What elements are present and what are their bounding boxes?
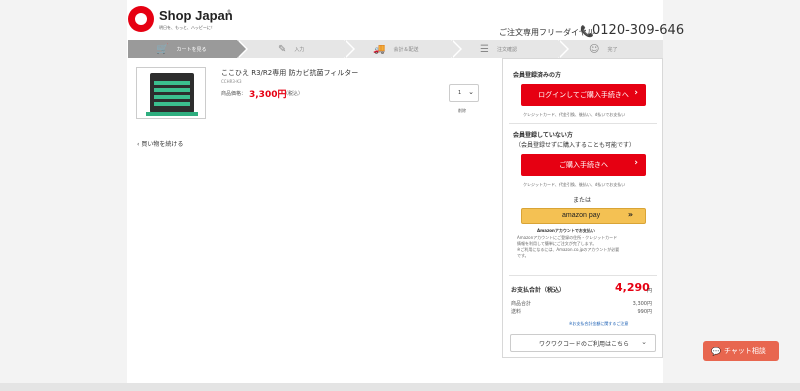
logo-registered: ® [227, 9, 231, 14]
continue-shopping-label: 買い物を続ける [141, 141, 184, 148]
product-name[interactable]: ここひえ R3/R2専用 防カビ抗菌フィルター [221, 68, 358, 78]
guest-title: 会員登録していない方 [513, 132, 573, 139]
smile-icon: ☺ [589, 43, 600, 55]
chevron-down-icon: ⌄ [641, 338, 647, 346]
product-image-stripe [154, 102, 190, 106]
logo-mark-icon [128, 6, 154, 32]
product-image-stripe [154, 88, 190, 92]
quantity-value: 1 [458, 90, 462, 96]
step-label: 入力 [294, 46, 305, 53]
amazon-title: Amazonアカウントでお支払い [537, 228, 595, 233]
login-checkout-label: ログインしてご購入手続きへ [538, 91, 629, 99]
checkout-steps: 🛒 カートを見る ✎ 入力 🚚 会計＆配送 ☰ 注文確認 ☺ 完了 [128, 40, 663, 58]
chevron-right-icon: › [634, 88, 638, 98]
shipping-value: 990円 [637, 309, 652, 315]
coupon-label: ワクワクコードのご利用はこちら [539, 340, 630, 348]
truck-icon: 🚚 [373, 43, 386, 55]
product-image-stripe [154, 95, 190, 99]
phone-number[interactable]: 0120-309-646 [592, 23, 684, 38]
amazon-pay-label: amazon pay [562, 212, 601, 219]
step-complete: ☺ 完了 [559, 40, 663, 58]
amazon-desc: ※ご利用になるには、Amazon.co.jpのアカウントが必要 [517, 247, 620, 252]
step-label: 完了 [607, 46, 618, 53]
chevron-down-icon: ⌄ [468, 88, 474, 96]
order-summary-panel: 会員登録済みの方 ログインしてご購入手続きへ › クレジットカード、代金引換、後… [502, 58, 663, 358]
quantity-select[interactable]: 1 ⌄ [449, 84, 479, 102]
product-image-base [146, 112, 198, 116]
amazon-pay-button[interactable]: amazon pay » [521, 208, 646, 224]
step-label: 会計＆配送 [393, 46, 419, 53]
step-payment-shipping: 🚚 会計＆配送 [345, 40, 462, 58]
pencil-icon: ✎ [278, 43, 287, 55]
chat-label: チャット相談 [723, 347, 766, 355]
shipping-label: 送料 [511, 309, 522, 315]
chevron-right-icon: › [634, 158, 638, 168]
step-label: カートを見る [176, 46, 207, 53]
step-input: ✎ 入力 [238, 40, 355, 58]
page: Shop Japan ® 明日を、もっと、ハッピーに！ ご注文専用フリーダイヤル… [0, 0, 800, 391]
horizontal-scrollbar[interactable] [0, 383, 800, 391]
amazon-desc: です。 [517, 253, 529, 258]
double-chevron-right-icon: » [627, 210, 633, 219]
guest-subtitle: （会員登録せずに購入することも可能です） [515, 142, 636, 149]
chat-bubble-icon: 💬 [711, 346, 721, 356]
product-image[interactable] [136, 67, 206, 119]
product-code: CCHR3-K3 [221, 79, 242, 84]
step-confirm: ☰ 注文確認 [452, 40, 569, 58]
product-price-label: 商品価格： [221, 91, 247, 97]
product-tax-note: （税込） [283, 91, 304, 97]
or-label: または [573, 197, 592, 204]
member-title: 会員登録済みの方 [513, 72, 562, 79]
chat-consult-button[interactable]: 💬 チャット相談 [703, 341, 779, 361]
list-icon: ☰ [480, 43, 489, 55]
subtotal-label: 商品合計 [511, 301, 532, 307]
product-image-stripe [154, 81, 190, 85]
total-label: お支払合計（税込） [511, 287, 566, 294]
total-unit: 円 [647, 288, 653, 294]
coupon-code-toggle[interactable]: ワクワクコードのご利用はこちら ⌄ [510, 334, 656, 352]
guest-checkout-button[interactable]: ご購入手続きへ › [521, 154, 646, 176]
step-cart: 🛒 カートを見る [128, 40, 248, 58]
product-price: 3,300円 [249, 90, 287, 100]
payment-methods-note: クレジットカード、代金引換、後払い、d払いでお支払い [523, 112, 626, 117]
subtotal-value: 3,300円 [632, 301, 652, 307]
cart-icon: 🛒 [156, 43, 169, 55]
logo-tagline: 明日を、もっと、ハッピーに！ [159, 25, 215, 30]
total-notice-link[interactable]: ※お支払合計金額に関するご注意 [569, 321, 628, 327]
continue-shopping-link[interactable]: ‹ 買い物を続ける [137, 139, 183, 148]
payment-methods-note: クレジットカード、代金引換、後払い、d払いでお支払い [523, 182, 626, 187]
step-label: 注文確認 [496, 46, 517, 53]
total-amount: 4,290 [615, 281, 650, 294]
guest-checkout-label: ご購入手続きへ [559, 161, 608, 169]
divider [509, 275, 657, 276]
product-image-body [150, 73, 194, 113]
divider [509, 123, 657, 124]
login-checkout-button[interactable]: ログインしてご購入手続きへ › [521, 84, 646, 106]
shop-japan-logo[interactable]: Shop Japan ® 明日を、もっと、ハッピーに！ [128, 4, 238, 36]
logo-brand: Shop Japan [159, 8, 233, 23]
delete-link[interactable]: 削除 [458, 108, 466, 114]
